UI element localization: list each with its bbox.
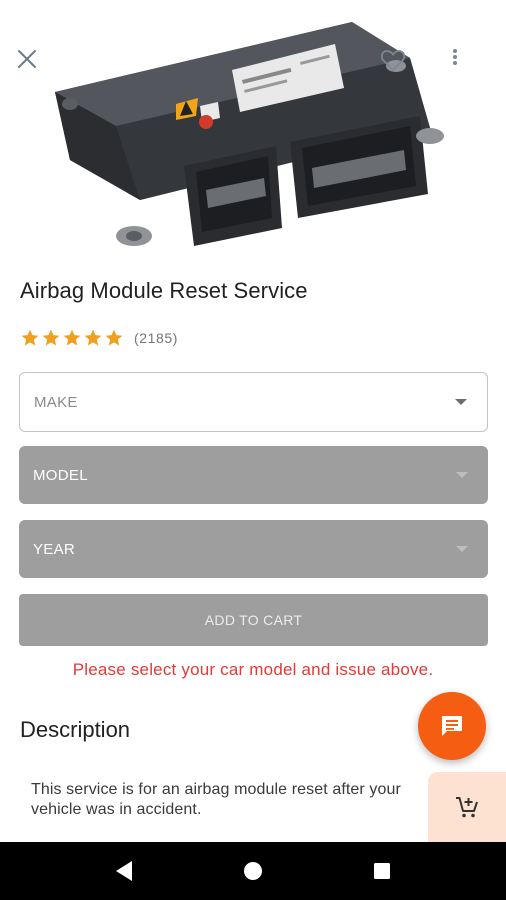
year-select-label: YEAR — [33, 540, 76, 558]
airbag-module-illustration — [55, 22, 444, 246]
product-rating: (2185) — [20, 328, 178, 348]
product-title: Airbag Module Reset Service — [20, 278, 308, 303]
chat-button[interactable] — [418, 692, 486, 760]
model-select-label: MODEL — [33, 466, 88, 484]
chat-icon — [442, 716, 462, 736]
star-icon — [42, 329, 60, 346]
chevron-down-icon — [456, 472, 468, 478]
heart-outline-icon — [380, 50, 406, 72]
close-icon — [18, 50, 36, 68]
more-vertical-icon — [453, 49, 457, 65]
close-button[interactable] — [16, 48, 54, 86]
star-icon — [105, 329, 123, 346]
system-nav-bar — [0, 842, 506, 900]
recents-icon — [373, 863, 390, 879]
nav-recents-button[interactable] — [362, 851, 402, 891]
product-image — [0, 0, 506, 246]
star-rating — [20, 328, 124, 348]
product-screen: Airbag Module Reset Service (2185) MAKE … — [0, 0, 506, 900]
star-icon — [84, 329, 102, 346]
description-heading: Description — [20, 717, 131, 742]
validation-warning: Please select your car model and issue a… — [72, 660, 434, 679]
model-select[interactable]: MODEL — [19, 446, 488, 504]
add-to-cart-button[interactable]: ADD TO CART — [19, 594, 488, 646]
add-cart-icon — [456, 797, 478, 818]
chevron-down-icon — [456, 546, 468, 552]
favorite-button[interactable] — [380, 48, 418, 86]
back-icon — [116, 861, 133, 881]
cart-shortcut[interactable] — [428, 772, 506, 842]
make-select-label: MAKE — [34, 393, 78, 411]
make-select[interactable]: MAKE — [19, 372, 488, 432]
more-options-button[interactable] — [452, 48, 482, 86]
nav-home-button[interactable] — [233, 851, 273, 891]
year-select[interactable]: YEAR — [19, 520, 488, 578]
home-icon — [243, 862, 262, 880]
nav-back-button[interactable] — [104, 851, 144, 891]
chevron-down-icon — [455, 399, 467, 405]
description-text: This service is for an airbag module res… — [31, 781, 401, 818]
star-icon — [21, 329, 39, 346]
rating-count: (2185) — [134, 330, 179, 346]
star-icon — [63, 329, 81, 346]
